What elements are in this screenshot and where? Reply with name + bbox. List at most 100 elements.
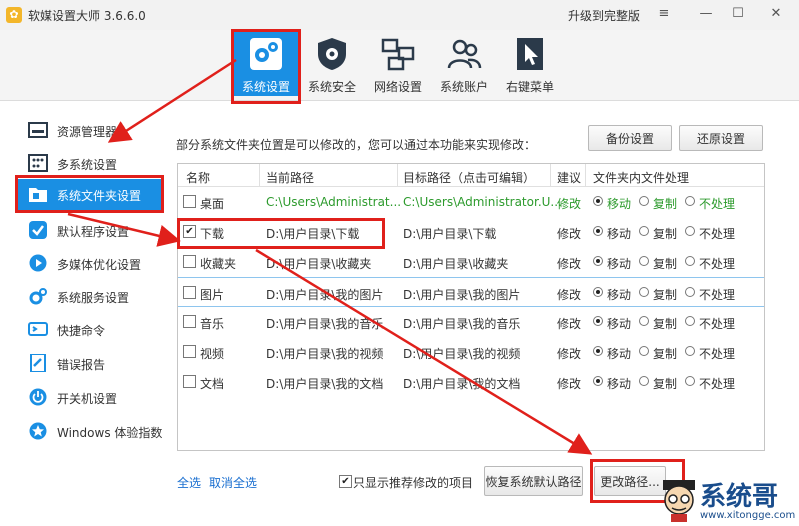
radio-none-label: 不处理 <box>699 317 736 331</box>
radio-copy[interactable] <box>639 196 649 206</box>
row-target-path[interactable]: D:\用户目录\收藏夹 <box>403 255 508 272</box>
tab-label: 网络设置 <box>373 80 422 94</box>
table-header: 名称 当前路径 目标路径（点击可编辑） 建议 文件夹内文件处理 <box>178 164 764 187</box>
row-checkbox[interactable] <box>183 195 196 208</box>
show-recommended-checkbox[interactable]: ✔ <box>339 475 352 488</box>
star-icon <box>29 422 47 440</box>
radio-none-label: 不处理 <box>699 197 736 211</box>
table-row[interactable]: 桌面 C:\Users\Administrat... C:\Users\Admini… <box>178 187 764 217</box>
radio-none[interactable] <box>685 376 695 386</box>
row-current-path: D:\用户目录\我的图片 <box>266 288 384 302</box>
watermark-text: 系统哥 <box>700 482 779 512</box>
shield-icon <box>318 38 346 70</box>
sidebar-item-system-folders[interactable]: 系统文件夹设置 <box>15 179 163 211</box>
sidebar-item-system-services[interactable]: 系统服务设置 <box>15 281 163 311</box>
row-target-path[interactable]: D:\用户目录\我的音乐 <box>403 315 520 332</box>
row-checkbox[interactable] <box>183 315 196 328</box>
sidebar-item-multi-system[interactable]: 多系统设置 <box>15 148 163 178</box>
radio-none[interactable] <box>685 316 695 326</box>
row-target-path[interactable]: D:\用户目录\我的视频 <box>403 345 520 362</box>
cursor-icon <box>517 38 543 70</box>
sidebar-item-power-settings[interactable]: 开关机设置 <box>15 382 163 412</box>
sidebar-item-default-programs[interactable]: 默认程序设置 <box>15 215 163 245</box>
table-row[interactable]: ✔ 下载 D:\用户目录\下载 D:\用户目录\下载 修改 移动 复制 不处理 <box>178 217 764 247</box>
backup-settings-button[interactable]: 备份设置 <box>588 125 672 151</box>
sidebar-item-windows-experience[interactable]: Windows 体验指数 <box>15 416 163 446</box>
tab-system-accounts[interactable]: 系统账户 <box>431 32 497 96</box>
row-target-path[interactable]: C:\Users\Administrator.U... <box>403 195 562 209</box>
radio-none-label: 不处理 <box>699 347 736 361</box>
close-button[interactable]: ✕ <box>764 3 788 25</box>
deselect-all-link[interactable]: 取消全选 <box>209 474 257 491</box>
radio-none[interactable] <box>685 226 695 236</box>
minimize-button[interactable]: — <box>694 3 718 25</box>
table-row[interactable]: 收藏夹 D:\用户目录\收藏夹 D:\用户目录\收藏夹 修改 移动 复制 不处理 <box>178 247 764 277</box>
row-target-path[interactable]: D:\用户目录\我的文档 <box>403 375 520 392</box>
sidebar-item-label: 多系统设置 <box>57 158 118 172</box>
service-icon <box>29 288 47 305</box>
radio-move-label: 移动 <box>607 377 632 391</box>
radio-none[interactable] <box>685 346 695 356</box>
sidebar-item-label: 开关机设置 <box>57 392 118 406</box>
sidebar-item-multimedia[interactable]: 多媒体优化设置 <box>15 248 163 278</box>
power-icon <box>29 388 47 406</box>
tab-network-settings[interactable]: 网络设置 <box>365 32 431 96</box>
tab-system-security[interactable]: 系统安全 <box>299 32 365 96</box>
radio-move[interactable] <box>593 196 603 206</box>
sidebar-item-explorer[interactable]: 资源管理器 <box>15 115 163 145</box>
sidebar-item-error-reports[interactable]: 错误报告 <box>15 348 163 378</box>
title-bar: ✿ 软媒设置大师 3.6.6.0 升级到完整版 ≡ — ☐ ✕ <box>0 0 799 31</box>
row-current-path: D:\用户目录\我的音乐 <box>266 317 384 331</box>
row-suggestion: 修改 <box>557 197 582 211</box>
select-all-link[interactable]: 全选 <box>177 474 201 491</box>
table-row[interactable]: 图片 D:\用户目录\我的图片 D:\用户目录\我的图片 修改 移动 复制 不处理 <box>178 277 764 307</box>
table-row[interactable]: 文档 D:\用户目录\我的文档 D:\用户目录\我的文档 修改 移动 复制 不处理 <box>178 367 764 397</box>
radio-move[interactable] <box>593 287 603 297</box>
maximize-button[interactable]: ☐ <box>726 3 750 25</box>
upgrade-link[interactable]: 升级到完整版 <box>568 7 640 24</box>
row-target-path[interactable]: D:\用户目录\我的图片 <box>403 286 520 303</box>
restore-default-path-button[interactable]: 恢复系统默认路径 <box>484 466 583 496</box>
app-logo-icon: ✿ <box>6 7 22 23</box>
table-row[interactable]: 视频 D:\用户目录\我的视频 D:\用户目录\我的视频 修改 移动 复制 不处理 <box>178 337 764 367</box>
watermark: 系统哥 www.xitongge.com <box>656 474 799 526</box>
radio-copy[interactable] <box>639 346 649 356</box>
radio-move[interactable] <box>593 316 603 326</box>
radio-move[interactable] <box>593 226 603 236</box>
radio-none[interactable] <box>685 287 695 297</box>
folder-icon <box>29 188 47 202</box>
radio-copy[interactable] <box>639 256 649 266</box>
row-checkbox[interactable] <box>183 286 196 299</box>
row-target-path[interactable]: D:\用户目录\下载 <box>403 225 496 242</box>
radio-copy[interactable] <box>639 226 649 236</box>
column-header-target-path: 目标路径（点击可编辑） <box>403 171 536 185</box>
sidebar-item-quick-commands[interactable]: 快捷命令 <box>15 314 163 344</box>
menu-icon[interactable]: ≡ <box>652 3 676 25</box>
column-header-name: 名称 <box>186 171 211 185</box>
tab-context-menu[interactable]: 右键菜单 <box>497 32 563 96</box>
radio-move[interactable] <box>593 346 603 356</box>
tab-label: 系统安全 <box>307 80 356 94</box>
row-suggestion: 修改 <box>557 227 582 241</box>
row-checkbox[interactable] <box>183 345 196 358</box>
row-name: 下载 <box>200 227 225 241</box>
restore-settings-button[interactable]: 还原设置 <box>679 125 763 151</box>
radio-move[interactable] <box>593 376 603 386</box>
gears-icon <box>250 38 282 70</box>
row-checkbox[interactable] <box>183 375 196 388</box>
radio-none[interactable] <box>685 256 695 266</box>
command-icon <box>28 322 48 336</box>
radio-copy[interactable] <box>639 316 649 326</box>
tab-system-settings[interactable]: 系统设置 <box>233 32 299 96</box>
radio-copy[interactable] <box>639 287 649 297</box>
row-checkbox[interactable]: ✔ <box>183 225 196 238</box>
table-row[interactable]: 音乐 D:\用户目录\我的音乐 D:\用户目录\我的音乐 修改 移动 复制 不处理 <box>178 307 764 337</box>
radio-copy[interactable] <box>639 376 649 386</box>
radio-none-label: 不处理 <box>699 227 736 241</box>
sidebar-item-label: 快捷命令 <box>57 324 106 338</box>
radio-move[interactable] <box>593 256 603 266</box>
row-checkbox[interactable] <box>183 255 196 268</box>
radio-move-label: 移动 <box>607 288 632 302</box>
radio-none[interactable] <box>685 196 695 206</box>
radio-none-label: 不处理 <box>699 257 736 271</box>
